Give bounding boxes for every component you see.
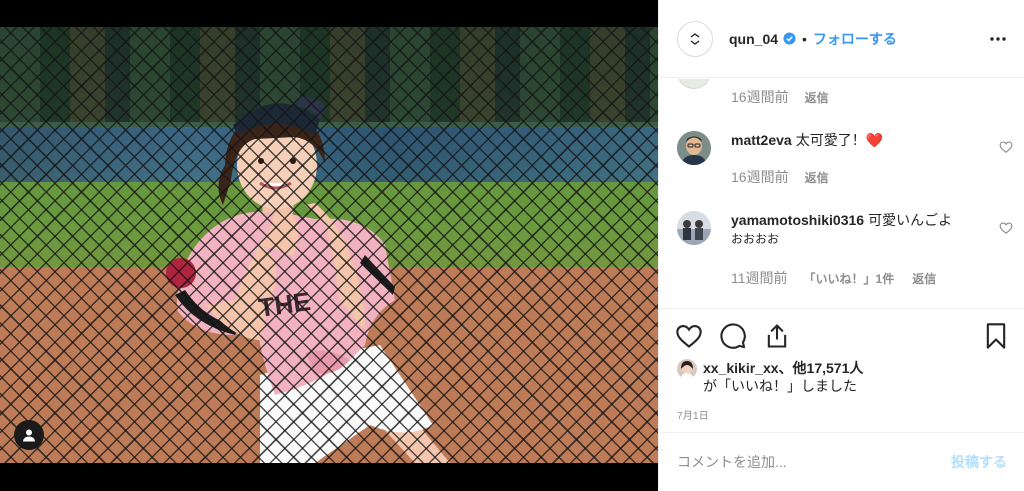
share-icon[interactable] bbox=[763, 322, 791, 350]
comment-text: 太可愛了！ bbox=[795, 132, 866, 148]
comment-time: 16週間前 bbox=[731, 169, 789, 185]
like-comment-heart-icon[interactable] bbox=[999, 221, 1013, 235]
batting-net bbox=[0, 27, 658, 463]
post-header: qun_04 • フォローする bbox=[659, 0, 1024, 78]
comment-meta: 11週間前 「いいね！」1件 返信 bbox=[731, 268, 936, 288]
verified-badge-icon bbox=[783, 32, 796, 45]
comments-list[interactable]: 16週間前 返信 matt2eva 太可愛了！❤️ 16週間前 返信 yamam… bbox=[659, 79, 1024, 307]
comment-meta: 16週間前 返信 bbox=[731, 87, 829, 107]
save-icon[interactable] bbox=[983, 322, 1009, 350]
likes-text: xx_kikir_xx、他17,571人 が「いいね！」しました bbox=[703, 359, 863, 395]
post-photo: THE bbox=[0, 27, 658, 463]
author-logo-icon bbox=[690, 32, 700, 45]
likes-suffix: が「いいね！」しました bbox=[703, 378, 857, 394]
comment-username[interactable]: matt2eva bbox=[731, 132, 792, 148]
reply-button[interactable]: 返信 bbox=[912, 270, 936, 287]
comment-icon[interactable] bbox=[719, 322, 747, 350]
reply-button[interactable]: 返信 bbox=[805, 89, 829, 106]
liker-username[interactable]: xx_kikir_xx bbox=[703, 360, 779, 376]
post-side-panel: qun_04 • フォローする 16週間前 返信 matt2eva 太可愛了！❤… bbox=[658, 0, 1024, 491]
action-icons bbox=[675, 322, 791, 350]
comment-time: 16週間前 bbox=[731, 89, 789, 105]
likes-summary: xx_kikir_xx、他17,571人 が「いいね！」しました bbox=[677, 359, 863, 395]
reply-button[interactable]: 返信 bbox=[805, 169, 829, 186]
heart-emoji: ❤️ bbox=[865, 132, 884, 148]
comment-username[interactable]: yamamotoshiki0316 bbox=[731, 212, 864, 228]
comment-body: yamamotoshiki0316 可愛いんごよ おおおお bbox=[731, 211, 952, 248]
heart-icon[interactable] bbox=[675, 322, 703, 350]
comment-input[interactable] bbox=[677, 454, 951, 470]
comment-text-continued: おおおお bbox=[731, 232, 780, 246]
add-comment-bar: 投稿する bbox=[659, 432, 1024, 491]
separator-dot: • bbox=[802, 30, 807, 47]
commenter-avatar[interactable] bbox=[677, 211, 711, 245]
author-avatar[interactable] bbox=[677, 20, 713, 57]
post-comment-button[interactable]: 投稿する bbox=[951, 452, 1007, 472]
comment-meta: 16週間前 返信 bbox=[731, 167, 829, 187]
commenter-avatar[interactable] bbox=[677, 131, 711, 165]
comment-likes[interactable]: 「いいね！」1件 bbox=[804, 270, 895, 287]
post-date[interactable]: 7月1日 bbox=[677, 407, 709, 422]
comment-time: 11週間前 bbox=[731, 270, 788, 286]
liker-avatar[interactable] bbox=[677, 359, 697, 379]
user-tag-icon[interactable] bbox=[14, 420, 44, 450]
comment-text: 可愛いんごよ bbox=[868, 212, 953, 228]
more-options-icon[interactable] bbox=[988, 29, 1008, 49]
likes-others[interactable]: 、他17,571人 bbox=[779, 360, 864, 376]
commenter-avatar[interactable] bbox=[677, 79, 711, 89]
comment-body: matt2eva 太可愛了！❤️ bbox=[731, 131, 883, 149]
like-comment-heart-icon[interactable] bbox=[999, 140, 1013, 154]
follow-button[interactable]: フォローする bbox=[813, 29, 897, 49]
post-actions: xx_kikir_xx、他17,571人 が「いいね！」しました 7月1日 bbox=[659, 308, 1024, 432]
author-username[interactable]: qun_04 bbox=[729, 31, 778, 47]
post-media[interactable]: THE bbox=[0, 0, 658, 491]
